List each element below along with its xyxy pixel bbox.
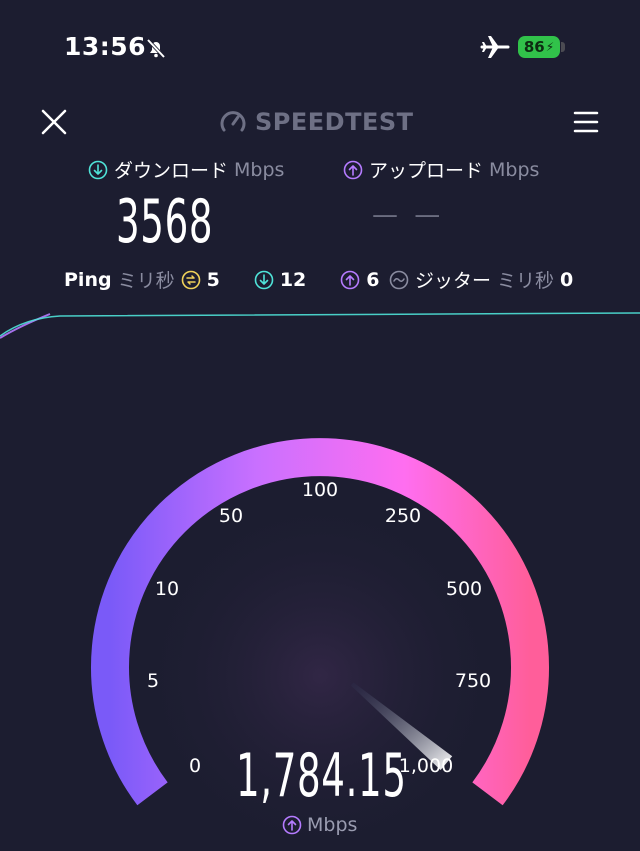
download-arrow-icon bbox=[254, 270, 274, 289]
charging-bolt-icon: ⚡ bbox=[545, 40, 555, 54]
gauge-tick: 50 bbox=[218, 505, 244, 527]
gauge-tick: 10 bbox=[154, 578, 180, 600]
ping-download-value: 12 bbox=[279, 268, 307, 291]
upload-header: アップロード Mbps bbox=[343, 156, 539, 183]
battery-tip bbox=[561, 42, 565, 52]
download-graph-line bbox=[0, 312, 640, 337]
speed-unit-label: Mbps bbox=[307, 814, 358, 836]
upload-unit: Mbps bbox=[489, 158, 540, 181]
brand-name: SPEEDTEST bbox=[255, 108, 414, 136]
speedometer-icon bbox=[220, 111, 246, 132]
battery-level: 86 bbox=[523, 38, 545, 56]
download-arrow-icon bbox=[88, 160, 108, 179]
ping-upload-value: 6 bbox=[366, 268, 380, 291]
gauge-tick: 0 bbox=[188, 755, 202, 777]
airplane-icon bbox=[480, 34, 510, 64]
download-header: ダウンロード Mbps bbox=[88, 156, 284, 183]
gauge-tick: 500 bbox=[445, 578, 483, 600]
jitter-value: 0 bbox=[560, 268, 574, 291]
ping-unit: ミリ秒 bbox=[117, 270, 175, 292]
jitter-unit: ミリ秒 bbox=[497, 270, 555, 292]
gauge-tick: 100 bbox=[301, 479, 339, 501]
download-value: 3568 bbox=[116, 187, 214, 257]
gauge-tick: 250 bbox=[384, 505, 422, 527]
ping-row: Ping ミリ秒 5 12 6 bbox=[64, 266, 380, 293]
gauge-tick: 5 bbox=[146, 670, 160, 692]
current-speed-value: 1,784.15 bbox=[236, 741, 407, 811]
idle-icon bbox=[181, 270, 200, 289]
current-speed-unit: Mbps bbox=[282, 814, 357, 836]
status-time: 13:56 bbox=[64, 32, 147, 61]
jitter-label: ジッター bbox=[415, 270, 492, 292]
upload-label: アップロード bbox=[369, 160, 484, 182]
jitter-row: ジッター ミリ秒 0 bbox=[389, 266, 573, 293]
download-label: ダウンロード bbox=[114, 160, 229, 182]
ping-label: Ping bbox=[64, 268, 112, 291]
gauge-tick: 1,000 bbox=[398, 755, 454, 777]
ping-idle-value: 5 bbox=[206, 268, 220, 291]
upload-value: — — bbox=[372, 200, 445, 230]
speed-graph bbox=[0, 312, 640, 339]
close-button[interactable] bbox=[40, 108, 68, 140]
upload-arrow-icon bbox=[282, 815, 302, 835]
close-icon bbox=[41, 109, 67, 135]
battery-indicator: 86 ⚡ bbox=[518, 36, 560, 58]
jitter-icon bbox=[389, 270, 409, 289]
upload-arrow-icon bbox=[343, 160, 363, 179]
speedtest-logo: SPEEDTEST bbox=[219, 108, 414, 136]
bell-slash-icon bbox=[144, 36, 168, 64]
menu-button[interactable] bbox=[572, 108, 600, 140]
upload-arrow-icon bbox=[340, 270, 360, 289]
menu-icon bbox=[573, 111, 599, 133]
gauge-tick: 750 bbox=[454, 670, 492, 692]
download-unit: Mbps bbox=[234, 158, 285, 181]
